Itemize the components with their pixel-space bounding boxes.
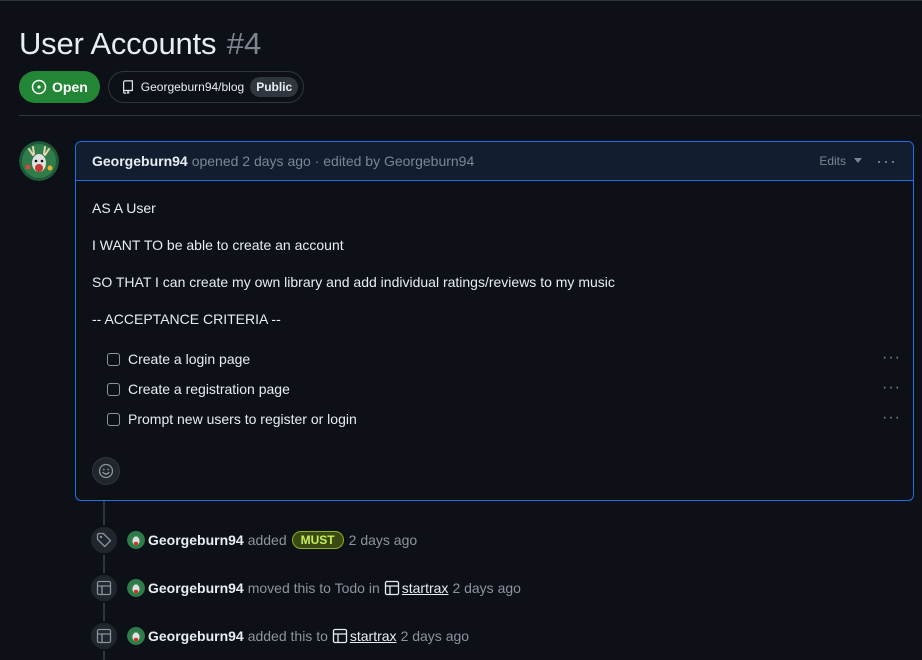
task-checkbox[interactable] bbox=[107, 382, 120, 396]
edits-label[interactable]: Edits bbox=[819, 154, 846, 168]
comment-menu-icon[interactable]: ··· bbox=[876, 152, 897, 170]
issue-meta: Open Georgeburn94/blog Public bbox=[19, 71, 305, 103]
tag-icon bbox=[96, 532, 112, 548]
issue-comment: Georgeburn94 opened 2 days ago · edited … bbox=[75, 141, 914, 501]
repo-name[interactable]: Georgeburn94/blog bbox=[141, 80, 244, 94]
comment-meta: opened 2 days ago · edited by Georgeburn… bbox=[191, 153, 475, 169]
smiley-icon bbox=[98, 463, 114, 479]
comment-header: Georgeburn94 opened 2 days ago · edited … bbox=[76, 142, 913, 181]
deer-avatar-icon bbox=[127, 579, 145, 597]
task-checkbox[interactable] bbox=[107, 352, 120, 366]
task-label: Prompt new users to register or login bbox=[128, 411, 357, 427]
story-line-2: I WANT TO be able to create an account bbox=[92, 237, 344, 253]
repo-icon bbox=[122, 80, 133, 94]
author-avatar[interactable] bbox=[19, 141, 59, 181]
event-text: added bbox=[247, 532, 287, 548]
event-text: added this to bbox=[247, 628, 328, 644]
state-label: Open bbox=[52, 79, 88, 95]
event-avatar[interactable] bbox=[127, 627, 145, 645]
acceptance-heading: -- ACCEPTANCE CRITERIA -- bbox=[92, 311, 281, 327]
deer-avatar-icon bbox=[127, 531, 145, 549]
timeline-event: Georgeburn94 moved this to Todo in start… bbox=[89, 573, 521, 603]
event-author[interactable]: Georgeburn94 bbox=[148, 628, 244, 644]
event-time[interactable]: 2 days ago bbox=[452, 580, 521, 596]
project-table-icon bbox=[332, 628, 348, 644]
caret-down-icon bbox=[854, 158, 863, 163]
task-label: Create a login page bbox=[128, 351, 251, 367]
task-item: Create a login page bbox=[107, 351, 250, 367]
state-badge: Open bbox=[19, 71, 100, 103]
task-label: Create a registration page bbox=[128, 381, 290, 397]
event-time[interactable]: 2 days ago bbox=[401, 628, 470, 644]
table-icon bbox=[96, 580, 112, 596]
story-line-1: AS A User bbox=[92, 200, 156, 216]
table-icon bbox=[96, 628, 112, 644]
story-line-3: SO THAT I can create my own library and … bbox=[92, 274, 615, 290]
deer-avatar-icon bbox=[19, 141, 59, 181]
event-avatar[interactable] bbox=[127, 579, 145, 597]
edits-dropdown[interactable]: Edits bbox=[819, 154, 863, 168]
timeline-event: Georgeburn94 added this to startrax 2 da… bbox=[89, 621, 469, 651]
repo-pill[interactable]: Georgeburn94/blog Public bbox=[107, 71, 305, 103]
task-menu-icon[interactable]: ··· bbox=[882, 349, 901, 367]
deer-avatar-icon bbox=[127, 627, 145, 645]
task-menu-icon[interactable]: ··· bbox=[882, 379, 901, 397]
task-checkbox[interactable] bbox=[107, 412, 120, 426]
issue-title: User Accounts bbox=[19, 26, 217, 61]
event-avatar[interactable] bbox=[127, 531, 145, 549]
task-item: Create a registration page bbox=[107, 381, 290, 397]
comment-author[interactable]: Georgeburn94 bbox=[92, 153, 188, 169]
header-divider bbox=[19, 115, 921, 116]
project-link[interactable]: startrax bbox=[350, 628, 397, 644]
event-author[interactable]: Georgeburn94 bbox=[148, 580, 244, 596]
add-reaction-button[interactable] bbox=[92, 457, 120, 485]
event-time[interactable]: 2 days ago bbox=[349, 532, 418, 548]
label-badge[interactable]: MUST bbox=[291, 531, 344, 549]
timeline-event: Georgeburn94 added MUST 2 days ago bbox=[89, 525, 417, 555]
event-text: moved this to Todo in bbox=[247, 580, 380, 596]
issue-open-icon bbox=[31, 79, 47, 95]
issue-number: #4 bbox=[226, 26, 262, 61]
project-link[interactable]: startrax bbox=[402, 580, 449, 596]
task-item: Prompt new users to register or login bbox=[107, 411, 357, 427]
event-icon-wrap bbox=[89, 573, 119, 603]
task-menu-icon[interactable]: ··· bbox=[882, 409, 901, 427]
issue-title-row: User Accounts #4 bbox=[19, 26, 261, 62]
visibility-badge: Public bbox=[250, 77, 299, 97]
comment-actions: Edits ··· bbox=[819, 152, 897, 170]
top-border bbox=[0, 0, 922, 3]
project-table-icon bbox=[384, 580, 399, 596]
event-icon-wrap bbox=[89, 621, 119, 651]
event-icon-wrap bbox=[89, 525, 119, 555]
event-author[interactable]: Georgeburn94 bbox=[148, 532, 244, 548]
